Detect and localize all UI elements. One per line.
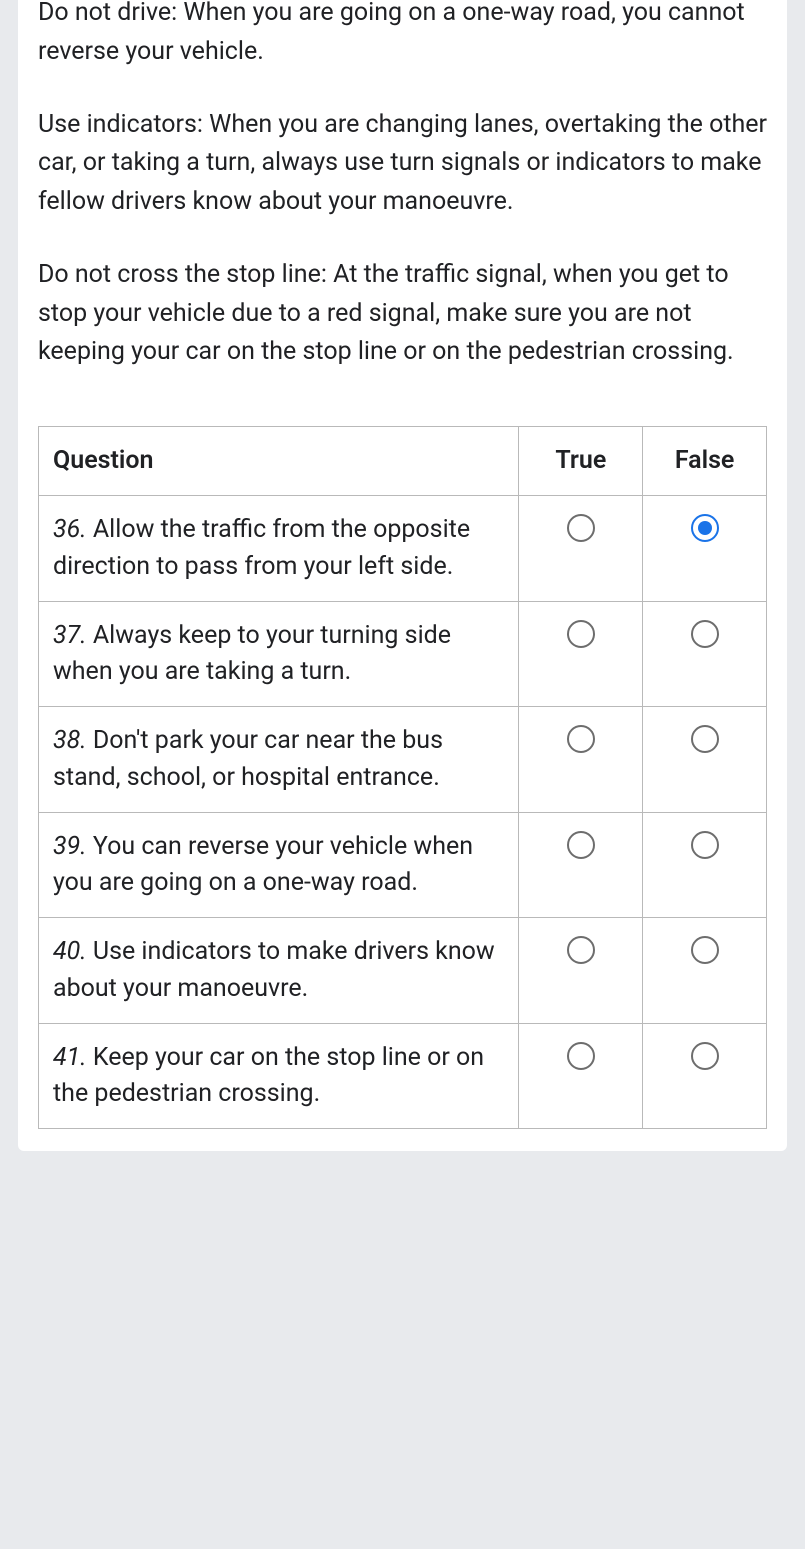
radio-false[interactable] xyxy=(691,620,719,648)
question-tbody: 36. Allow the traffic from the opposite … xyxy=(39,496,767,1129)
question-cell: 36. Allow the traffic from the opposite … xyxy=(39,496,519,602)
question-number: 36. xyxy=(53,515,87,544)
question-cell: 39. You can reverse your vehicle when yo… xyxy=(39,812,519,918)
question-text: Don't park your car near the bus stand, … xyxy=(53,726,443,791)
question-text: Keep your car on the stop line or on the… xyxy=(53,1043,484,1108)
question-number: 37. xyxy=(53,621,87,650)
true-cell xyxy=(519,707,643,813)
true-cell xyxy=(519,918,643,1024)
radio-false[interactable] xyxy=(691,1042,719,1070)
radio-false[interactable] xyxy=(691,936,719,964)
question-cell: 37. Always keep to your turning side whe… xyxy=(39,601,519,707)
table-row: 38. Don't park your car near the bus sta… xyxy=(39,707,767,813)
table-row: 36. Allow the traffic from the opposite … xyxy=(39,496,767,602)
true-cell xyxy=(519,1023,643,1129)
true-cell xyxy=(519,812,643,918)
table-row: 40. Use indicators to make drivers know … xyxy=(39,918,767,1024)
table-row: 41. Keep your car on the stop line or on… xyxy=(39,1023,767,1129)
question-cell: 40. Use indicators to make drivers know … xyxy=(39,918,519,1024)
header-false: False xyxy=(643,427,767,496)
false-cell xyxy=(643,496,767,602)
radio-false[interactable] xyxy=(691,514,719,542)
radio-false[interactable] xyxy=(691,725,719,753)
false-cell xyxy=(643,601,767,707)
question-table-wrap: Question True False 36. Allow the traffi… xyxy=(38,426,767,1129)
false-cell xyxy=(643,812,767,918)
question-text: Allow the traffic from the opposite dire… xyxy=(53,515,470,580)
question-text: Use indicators to make drivers know abou… xyxy=(53,937,495,1002)
question-number: 39. xyxy=(53,832,87,861)
question-text: You can reverse your vehicle when you ar… xyxy=(53,832,473,897)
true-cell xyxy=(519,601,643,707)
content-card: Do not drive: When you are going on a on… xyxy=(18,0,787,1151)
header-true: True xyxy=(519,427,643,496)
radio-true[interactable] xyxy=(567,936,595,964)
table-row: 39. You can reverse your vehicle when yo… xyxy=(39,812,767,918)
false-cell xyxy=(643,1023,767,1129)
question-table: Question True False 36. Allow the traffi… xyxy=(38,426,767,1129)
header-question: Question xyxy=(39,427,519,496)
question-text: Always keep to your turning side when yo… xyxy=(53,621,451,686)
question-number: 41. xyxy=(53,1043,87,1072)
table-header-row: Question True False xyxy=(39,427,767,496)
instruction-paragraph: Do not cross the stop line: At the traff… xyxy=(38,256,767,372)
false-cell xyxy=(643,707,767,813)
instruction-paragraph: Do not drive: When you are going on a on… xyxy=(38,0,767,72)
question-number: 38. xyxy=(53,726,87,755)
question-cell: 41. Keep your car on the stop line or on… xyxy=(39,1023,519,1129)
table-row: 37. Always keep to your turning side whe… xyxy=(39,601,767,707)
radio-false[interactable] xyxy=(691,831,719,859)
radio-true[interactable] xyxy=(567,831,595,859)
question-number: 40. xyxy=(53,937,87,966)
radio-true[interactable] xyxy=(567,514,595,542)
false-cell xyxy=(643,918,767,1024)
question-cell: 38. Don't park your car near the bus sta… xyxy=(39,707,519,813)
true-cell xyxy=(519,496,643,602)
radio-true[interactable] xyxy=(567,620,595,648)
radio-true[interactable] xyxy=(567,725,595,753)
radio-true[interactable] xyxy=(567,1042,595,1070)
instruction-paragraph: Use indicators: When you are changing la… xyxy=(38,106,767,222)
